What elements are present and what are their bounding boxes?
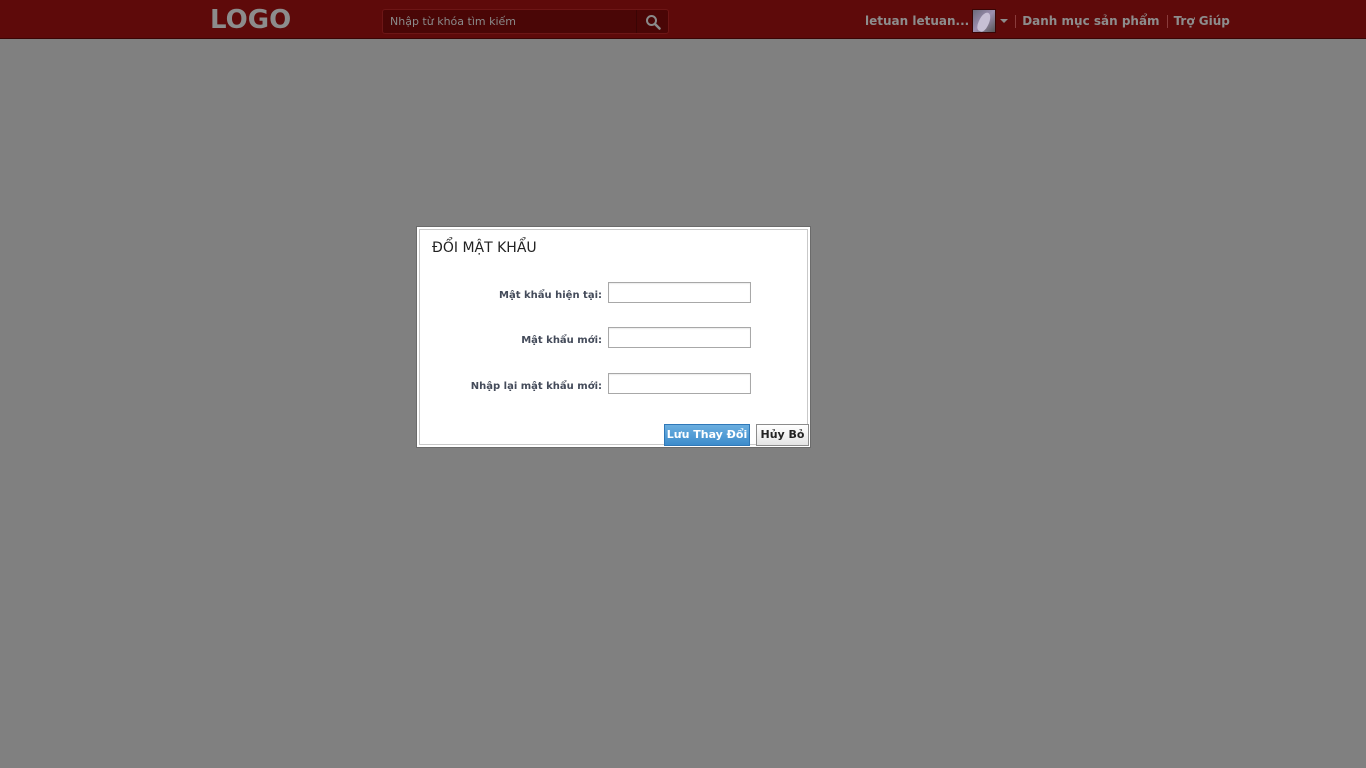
top-navigation-bar: LOGO letuan letuan... Danh mục sản phẩm …: [0, 0, 1366, 39]
user-name-link[interactable]: letuan letuan...: [865, 14, 969, 28]
new-password-field[interactable]: [608, 327, 751, 348]
search-box: [382, 9, 669, 34]
dialog-body: ĐỔI MẬT KHẨU Mật khẩu hiện tại: Mật khẩu…: [419, 229, 809, 446]
confirm-password-label: Nhập lại mật khẩu mới:: [470, 381, 602, 392]
nav-link-help[interactable]: Trợ Giúp: [1174, 14, 1230, 28]
chevron-down-icon[interactable]: [1000, 19, 1009, 23]
site-logo[interactable]: LOGO: [210, 5, 291, 35]
nav-link-categories[interactable]: Danh mục sản phẩm: [1022, 14, 1159, 28]
cancel-button[interactable]: Hủy Bỏ: [756, 424, 809, 446]
nav-divider: [1015, 14, 1017, 28]
current-password-field[interactable]: [608, 282, 751, 303]
search-icon: [646, 15, 661, 30]
confirm-password-field[interactable]: [608, 373, 751, 394]
dialog-title: ĐỔI MẬT KHẨU: [432, 240, 537, 256]
new-password-label: Mật khẩu mới:: [521, 335, 602, 346]
search-button[interactable]: [636, 10, 668, 33]
save-changes-button[interactable]: Lưu Thay Đổi: [664, 424, 750, 446]
search-input[interactable]: [383, 10, 635, 33]
user-nav: letuan letuan... Danh mục sản phẩm Trợ G…: [865, 8, 1230, 34]
change-password-dialog: ĐỔI MẬT KHẨU Mật khẩu hiện tại: Mật khẩu…: [416, 226, 811, 448]
current-password-label: Mật khẩu hiện tại:: [499, 290, 602, 301]
avatar[interactable]: [972, 9, 997, 33]
nav-divider: [1166, 14, 1168, 28]
